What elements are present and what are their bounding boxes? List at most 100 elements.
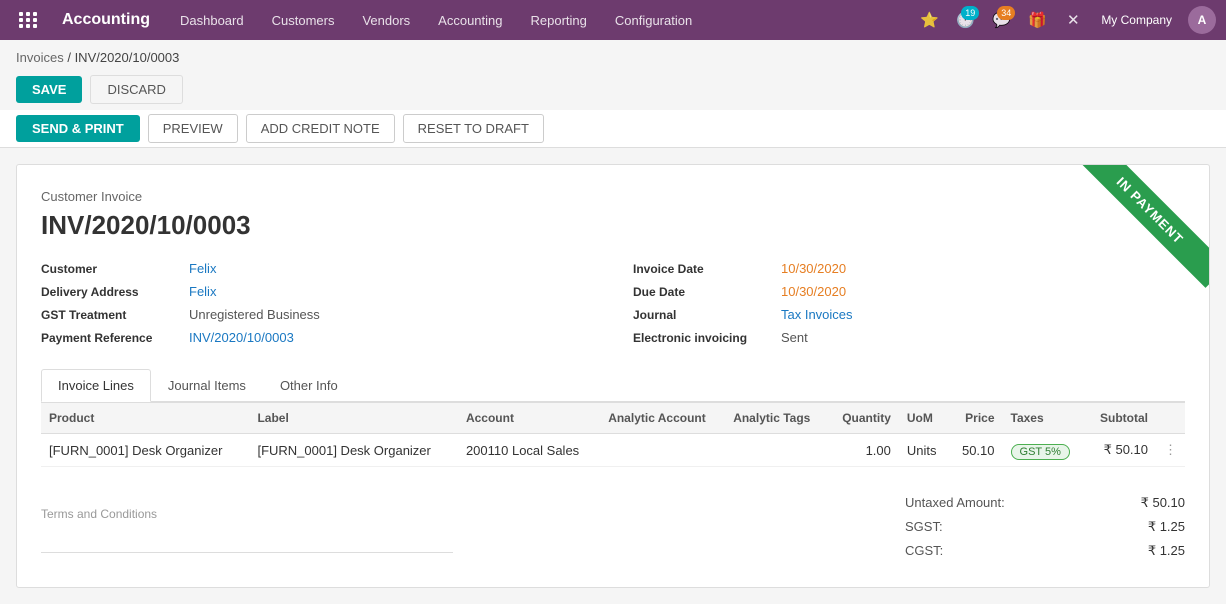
save-button[interactable]: SAVE bbox=[16, 76, 82, 103]
send-print-button[interactable]: SEND & PRINT bbox=[16, 115, 140, 142]
tax-badge: GST 5% bbox=[1011, 444, 1070, 460]
action-bar: SAVE DISCARD bbox=[0, 69, 1226, 110]
due-date-label: Due Date bbox=[633, 285, 773, 299]
untaxed-amount-row: Untaxed Amount: ₹ 50.10 bbox=[905, 491, 1185, 515]
totals-table: Untaxed Amount: ₹ 50.10 SGST: ₹ 1.25 CGS… bbox=[905, 491, 1185, 563]
clock-icon-button[interactable]: 🕐 19 bbox=[949, 4, 981, 36]
table-row[interactable]: [FURN_0001] Desk Organizer [FURN_0001] D… bbox=[41, 434, 1185, 467]
delivery-address-label: Delivery Address bbox=[41, 285, 181, 299]
breadcrumb-separator: / bbox=[67, 50, 74, 65]
cgst-label: CGST: bbox=[905, 543, 943, 559]
apps-menu-button[interactable] bbox=[10, 0, 46, 40]
invoice-fields: Customer Felix Delivery Address Felix GS… bbox=[41, 261, 1185, 345]
cell-product: [FURN_0001] Desk Organizer bbox=[41, 434, 249, 467]
gst-treatment-field-row: GST Treatment Unregistered Business bbox=[41, 307, 593, 322]
customer-field-row: Customer Felix bbox=[41, 261, 593, 276]
due-date-value: 10/30/2020 bbox=[781, 284, 846, 299]
cell-price: 50.10 bbox=[949, 434, 1002, 467]
electronic-invoicing-value: Sent bbox=[781, 330, 808, 345]
cell-quantity: 1.00 bbox=[828, 434, 899, 467]
menu-configuration[interactable]: Configuration bbox=[601, 0, 706, 40]
invoice-lines-table: Product Label Account Analytic Account A… bbox=[41, 402, 1185, 467]
main-menu: Dashboard Customers Vendors Accounting R… bbox=[166, 0, 913, 40]
cell-account: 200110 Local Sales bbox=[458, 434, 600, 467]
electronic-invoicing-label: Electronic invoicing bbox=[633, 331, 773, 345]
invoice-card: IN PAYMENT Customer Invoice INV/2020/10/… bbox=[16, 164, 1210, 588]
col-account: Account bbox=[458, 403, 600, 434]
sgst-value: ₹ 1.25 bbox=[1148, 519, 1185, 535]
clock-badge: 19 bbox=[961, 6, 979, 20]
cgst-value: ₹ 1.25 bbox=[1148, 543, 1185, 559]
payment-reference-value[interactable]: INV/2020/10/0003 bbox=[189, 330, 294, 345]
tab-other-info[interactable]: Other Info bbox=[263, 369, 355, 402]
star-icon-button[interactable]: ⭐ bbox=[913, 4, 945, 36]
user-avatar[interactable]: A bbox=[1188, 6, 1216, 34]
col-analytic-tags: Analytic Tags bbox=[725, 403, 828, 434]
invoice-type-label: Customer Invoice bbox=[41, 189, 1185, 204]
col-taxes: Taxes bbox=[1003, 403, 1086, 434]
invoice-title-section: Customer Invoice INV/2020/10/0003 bbox=[41, 189, 1185, 241]
terms-label: Terms and Conditions bbox=[41, 507, 865, 521]
preview-button[interactable]: PREVIEW bbox=[148, 114, 238, 143]
col-price: Price bbox=[949, 403, 1002, 434]
gift-icon-button[interactable]: 🎁 bbox=[1021, 4, 1053, 36]
cell-subtotal: ₹ 50.10 bbox=[1085, 434, 1156, 467]
payment-reference-field-row: Payment Reference INV/2020/10/0003 bbox=[41, 330, 593, 345]
menu-vendors[interactable]: Vendors bbox=[348, 0, 424, 40]
journal-field-row: Journal Tax Invoices bbox=[633, 307, 1185, 322]
payment-reference-label: Payment Reference bbox=[41, 331, 181, 345]
col-subtotal: Subtotal bbox=[1085, 403, 1156, 434]
col-analytic-account: Analytic Account bbox=[600, 403, 725, 434]
top-navigation: Accounting Dashboard Customers Vendors A… bbox=[0, 0, 1226, 40]
breadcrumb-current: INV/2020/10/0003 bbox=[75, 50, 180, 65]
delivery-address-field-row: Delivery Address Felix bbox=[41, 284, 593, 299]
tab-journal-items[interactable]: Journal Items bbox=[151, 369, 263, 402]
reset-to-draft-button[interactable]: RESET TO DRAFT bbox=[403, 114, 544, 143]
delivery-address-value[interactable]: Felix bbox=[189, 284, 216, 299]
col-label: Label bbox=[249, 403, 457, 434]
cell-analytic-tags bbox=[725, 434, 828, 467]
cell-label: [FURN_0001] Desk Organizer bbox=[249, 434, 457, 467]
col-uom: UoM bbox=[899, 403, 949, 434]
cgst-row: CGST: ₹ 1.25 bbox=[905, 539, 1185, 563]
invoice-tabs: Invoice Lines Journal Items Other Info bbox=[41, 369, 1185, 402]
menu-dashboard[interactable]: Dashboard bbox=[166, 0, 258, 40]
grid-icon bbox=[19, 12, 38, 28]
invoice-date-value: 10/30/2020 bbox=[781, 261, 846, 276]
main-content: IN PAYMENT Customer Invoice INV/2020/10/… bbox=[0, 148, 1226, 604]
add-credit-note-button[interactable]: ADD CREDIT NOTE bbox=[246, 114, 395, 143]
customer-label: Customer bbox=[41, 262, 181, 276]
untaxed-value: ₹ 50.10 bbox=[1141, 495, 1185, 511]
gst-treatment-value: Unregistered Business bbox=[189, 307, 320, 322]
untaxed-label: Untaxed Amount: bbox=[905, 495, 1005, 511]
breadcrumb-parent[interactable]: Invoices bbox=[16, 50, 64, 65]
discard-button[interactable]: DISCARD bbox=[90, 75, 183, 104]
brand-title: Accounting bbox=[46, 11, 166, 29]
cell-row-menu[interactable]: ⋮ bbox=[1156, 434, 1185, 467]
menu-customers[interactable]: Customers bbox=[258, 0, 349, 40]
terms-input[interactable] bbox=[41, 529, 453, 553]
cell-analytic-account bbox=[600, 434, 725, 467]
nav-right-actions: ⭐ 🕐 19 💬 34 🎁 ✕ My Company A bbox=[913, 4, 1216, 36]
cell-taxes: GST 5% bbox=[1003, 434, 1086, 467]
invoice-number: INV/2020/10/0003 bbox=[41, 210, 1185, 241]
breadcrumb: Invoices / INV/2020/10/0003 bbox=[0, 40, 1226, 69]
company-name: My Company bbox=[1093, 13, 1180, 27]
chat-icon-button[interactable]: 💬 34 bbox=[985, 4, 1017, 36]
close-icon-button[interactable]: ✕ bbox=[1057, 4, 1089, 36]
due-date-field-row: Due Date 10/30/2020 bbox=[633, 284, 1185, 299]
menu-accounting[interactable]: Accounting bbox=[424, 0, 516, 40]
tab-invoice-lines[interactable]: Invoice Lines bbox=[41, 369, 151, 402]
journal-label: Journal bbox=[633, 308, 773, 322]
col-actions bbox=[1156, 403, 1185, 434]
col-quantity: Quantity bbox=[828, 403, 899, 434]
invoice-date-label: Invoice Date bbox=[633, 262, 773, 276]
invoice-date-field-row: Invoice Date 10/30/2020 bbox=[633, 261, 1185, 276]
customer-value[interactable]: Felix bbox=[189, 261, 216, 276]
journal-value[interactable]: Tax Invoices bbox=[781, 307, 853, 322]
terms-section: Terms and Conditions bbox=[41, 499, 865, 553]
menu-reporting[interactable]: Reporting bbox=[517, 0, 601, 40]
totals-section: Untaxed Amount: ₹ 50.10 SGST: ₹ 1.25 CGS… bbox=[905, 491, 1185, 563]
status-bar: SEND & PRINT PREVIEW ADD CREDIT NOTE RES… bbox=[0, 110, 1226, 148]
gst-treatment-label: GST Treatment bbox=[41, 308, 181, 322]
